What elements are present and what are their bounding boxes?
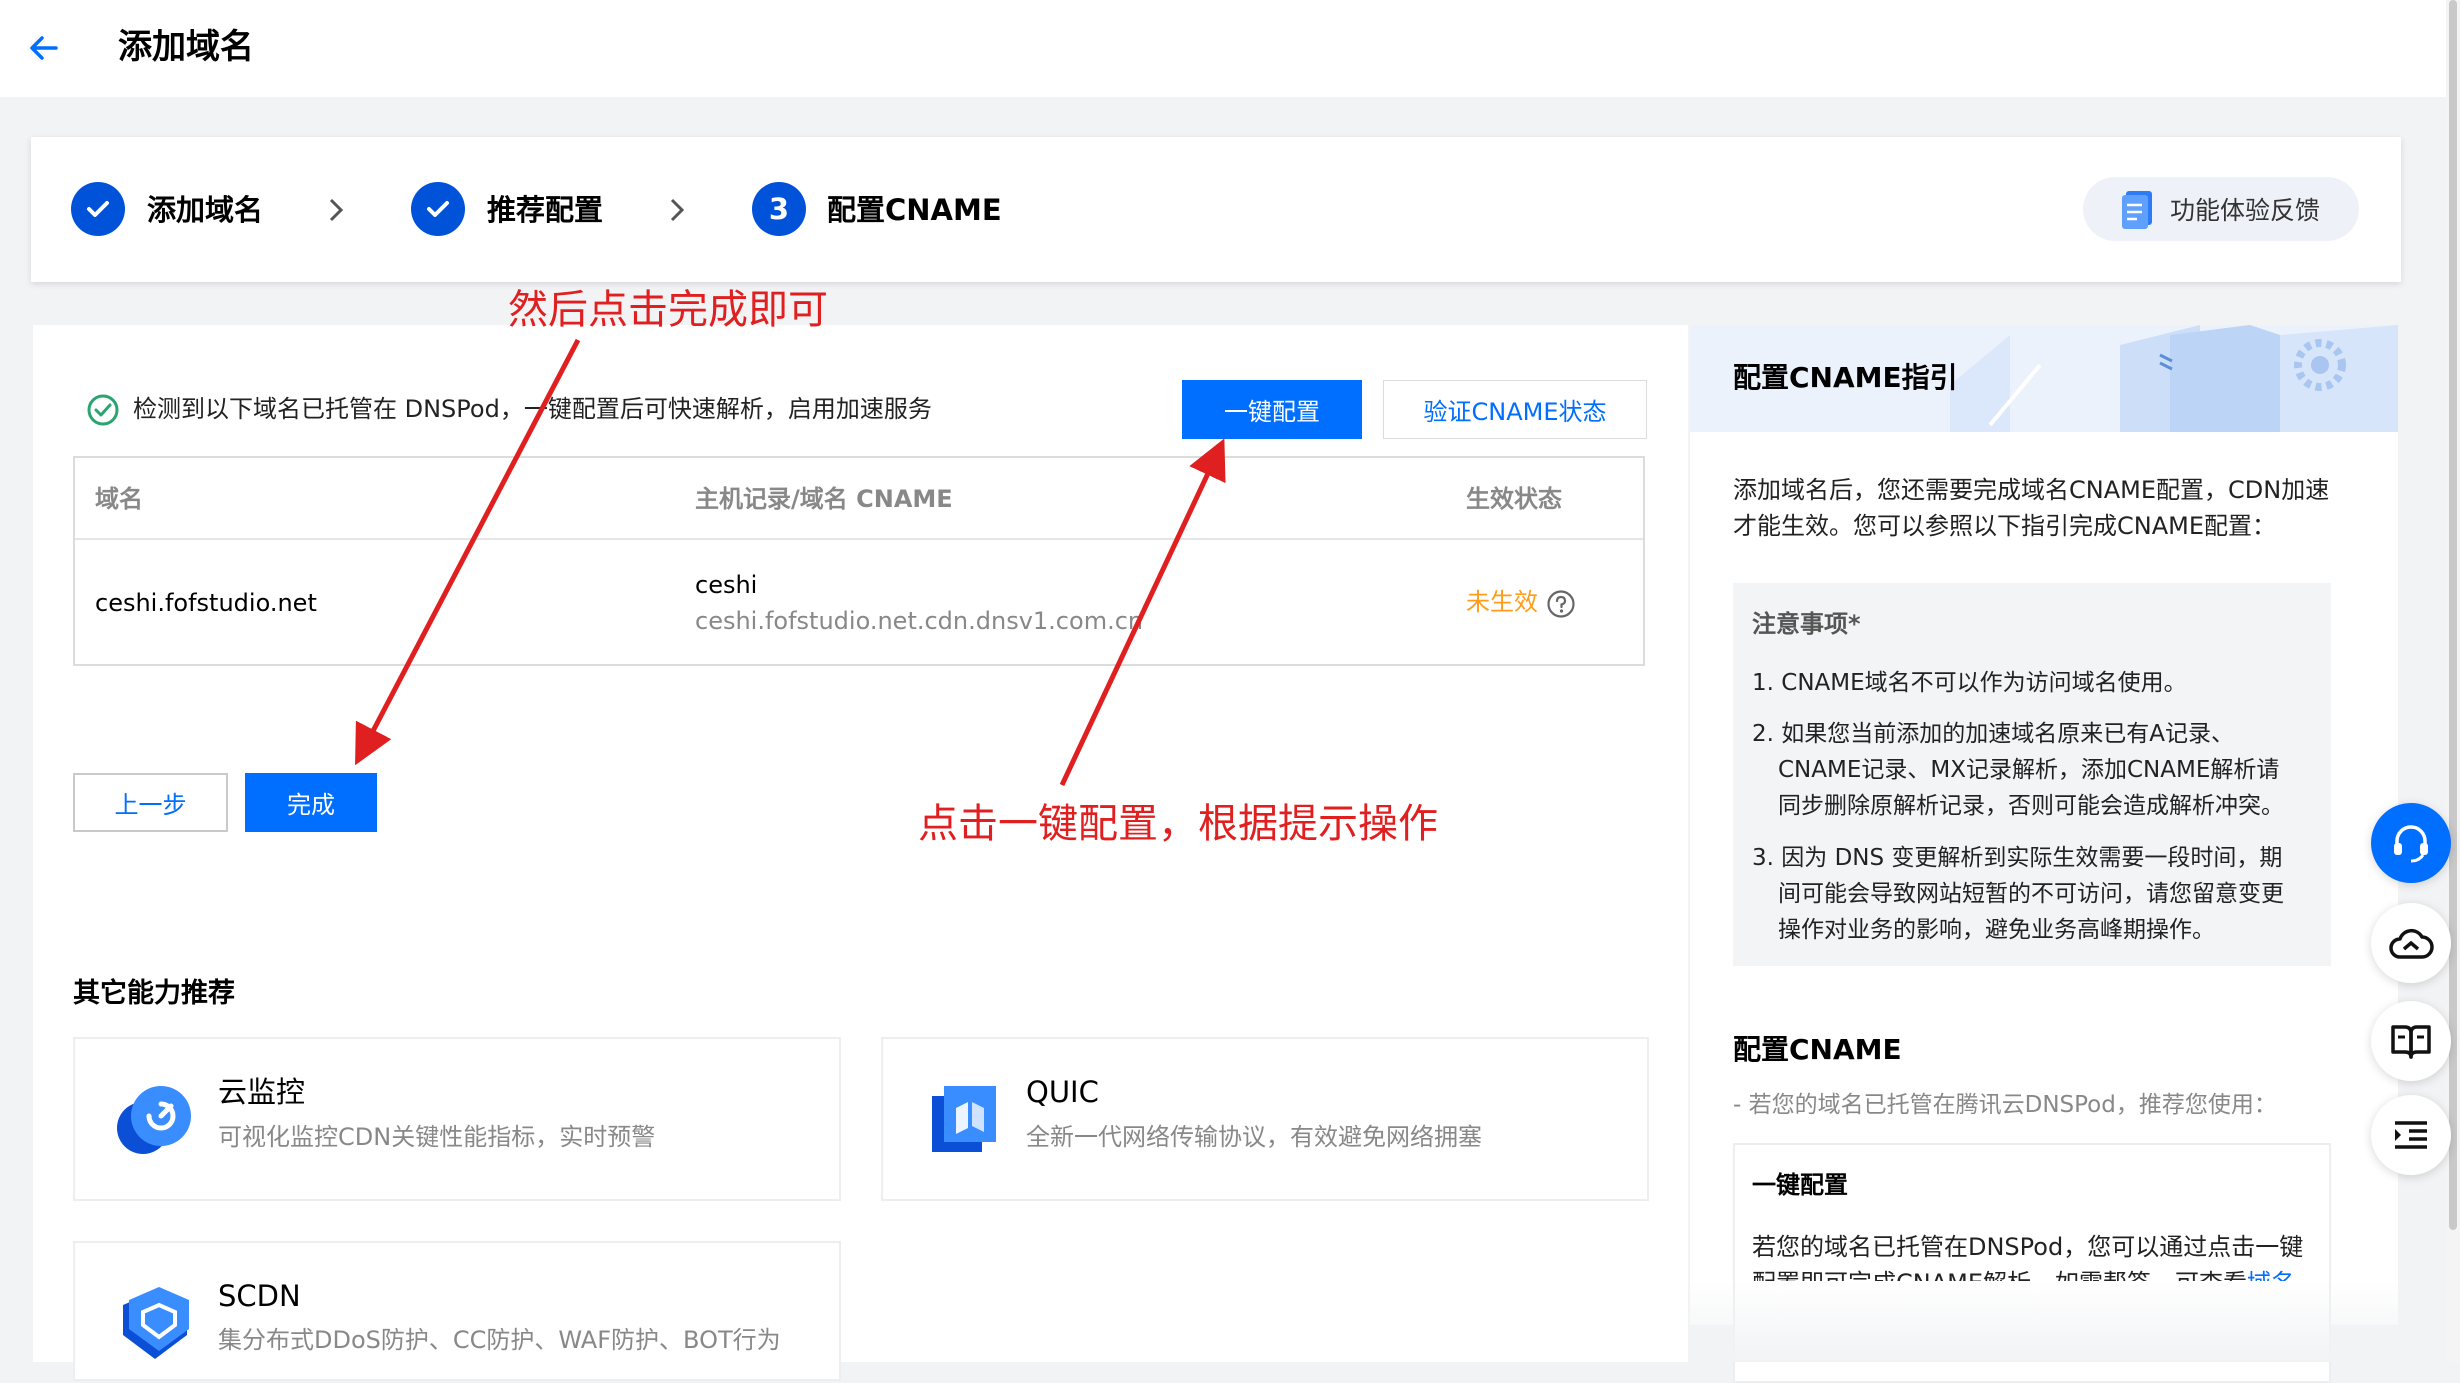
one-click-desc-line-1: 若您的域名已托管在DNSPod，您可以通过点击一键 — [1752, 1233, 2304, 1261]
config-cname-subtitle: - 若您的域名已托管在腾讯云DNSPod，推荐您使用： — [1733, 1092, 2277, 1118]
annotation-oneclick-hint: 点击一键配置，根据提示操作 — [918, 801, 1438, 847]
success-check-icon — [87, 394, 119, 426]
note-2-line-2: CNAME记录、MX记录解析，添加CNAME解析请 — [1778, 757, 2280, 783]
column-header-status: 生效状态 — [1466, 485, 1562, 513]
prev-step-button[interactable]: 上一步 — [73, 773, 228, 832]
feedback-label: 功能体验反馈 — [2169, 196, 2320, 225]
quic-icon — [932, 1086, 996, 1152]
outline-toggle-button[interactable] — [2371, 1095, 2451, 1175]
column-header-cname: 主机记录/域名 CNAME — [695, 485, 953, 513]
step-2-check-icon — [411, 182, 465, 236]
feature-desc-quic: 全新一代网络传输协议，有效避免网络拥塞 — [1026, 1123, 1482, 1151]
feedback-doc-icon — [2121, 191, 2152, 229]
guide-decoration-illustration — [1950, 325, 2398, 432]
config-cname-title: 配置CNAME — [1733, 1033, 1902, 1066]
monitor-icon — [117, 1086, 191, 1154]
page-title: 添加域名 — [118, 27, 254, 67]
note-3-line-1: 3. 因为 DNS 变更解析到实际生效需要一段时间，期 — [1752, 845, 2283, 871]
help-question-icon[interactable] — [1546, 589, 1576, 619]
chevron-right-icon — [329, 198, 344, 222]
other-abilities-title: 其它能力推荐 — [73, 978, 235, 1009]
row-cname: ceshi.fofstudio.net.cdn.dnsv1.com.cn — [695, 607, 1144, 635]
one-click-guide-title: 一键配置 — [1752, 1171, 1848, 1199]
feature-desc-scdn: 集分布式DDoS防护、CC防护、WAF防护、BOT行为 — [218, 1326, 781, 1354]
step-3-label: 配置CNAME — [827, 193, 1002, 227]
note-1-line-1: 1. CNAME域名不可以作为访问域名使用。 — [1752, 670, 2187, 696]
back-arrow-icon[interactable] — [26, 30, 62, 66]
guide-intro-line-1: 添加域名后，您还需要完成域名CNAME配置，CDN加速 — [1733, 476, 2330, 504]
feature-desc-monitor: 可视化监控CDN关键性能指标，实时预警 — [218, 1123, 656, 1151]
verify-cname-button[interactable]: 验证CNAME状态 — [1383, 380, 1647, 439]
dnspod-notice: 检测到以下域名已托管在 DNSPod，一键配置后可快速解析，启用加速服务 — [133, 395, 932, 423]
steps-card — [31, 137, 2401, 282]
cloud-service-button[interactable] — [2371, 903, 2451, 983]
feature-title-quic: QUIC — [1026, 1075, 1099, 1109]
top-bar — [0, 0, 2446, 97]
note-2-line-3: 同步删除原解析记录，否则可能会造成解析冲突。 — [1778, 793, 2284, 819]
customer-support-button[interactable] — [2371, 803, 2451, 883]
feature-title-scdn: SCDN — [218, 1279, 301, 1313]
step-1-label: 添加域名 — [147, 193, 264, 227]
one-click-desc-line-2-wrap: 配置即可完成CNAME解析，如需帮签，可查看域名 — [1752, 1265, 2312, 1281]
row-host-record: ceshi — [695, 571, 758, 599]
feedback-button[interactable]: 功能体验反馈 — [2083, 177, 2359, 241]
headset-icon — [2394, 825, 2428, 863]
one-click-guide-desc: 若您的域名已托管在DNSPod，您可以通过点击一键 配置即可完成CNAME解析，… — [1752, 1229, 2312, 1281]
guide-intro-line-2: 才能生效。您可以参照以下指引完成CNAME配置： — [1733, 512, 2276, 540]
row-domain: ceshi.fofstudio.net — [95, 589, 317, 617]
chevron-right-icon — [670, 198, 685, 222]
cloud-icon — [2389, 928, 2434, 959]
one-click-config-button[interactable]: 一键配置 — [1182, 380, 1362, 439]
guide-bottom-fade — [1690, 1280, 2398, 1362]
step-3-number: 3 — [752, 182, 806, 236]
column-header-domain: 域名 — [95, 485, 143, 513]
list-indent-icon — [2395, 1121, 2427, 1149]
guide-title: 配置CNAME指引 — [1733, 361, 1958, 394]
done-button[interactable]: 完成 — [245, 773, 377, 832]
note-3-line-2: 间可能会导致网站短暂的不可访问，请您留意变更 — [1778, 881, 2284, 907]
annotation-done-hint: 然后点击完成即可 — [508, 287, 828, 333]
open-book-icon — [2391, 1025, 2431, 1059]
note-2-line-1: 2. 如果您当前添加的加速域名原来已有A记录、 — [1752, 721, 2234, 747]
step-2-label: 推荐配置 — [487, 193, 604, 227]
docs-button[interactable] — [2371, 1001, 2451, 1081]
feature-title-monitor: 云监控 — [218, 1075, 306, 1109]
notes-title: 注意事项* — [1752, 610, 1861, 638]
shield-icon — [123, 1287, 189, 1359]
step-1-check-icon — [71, 182, 125, 236]
status-badge: 未生效 — [1466, 588, 1538, 616]
note-3-line-3: 操作对业务的影响，避免业务高峰期操作。 — [1778, 917, 2215, 943]
